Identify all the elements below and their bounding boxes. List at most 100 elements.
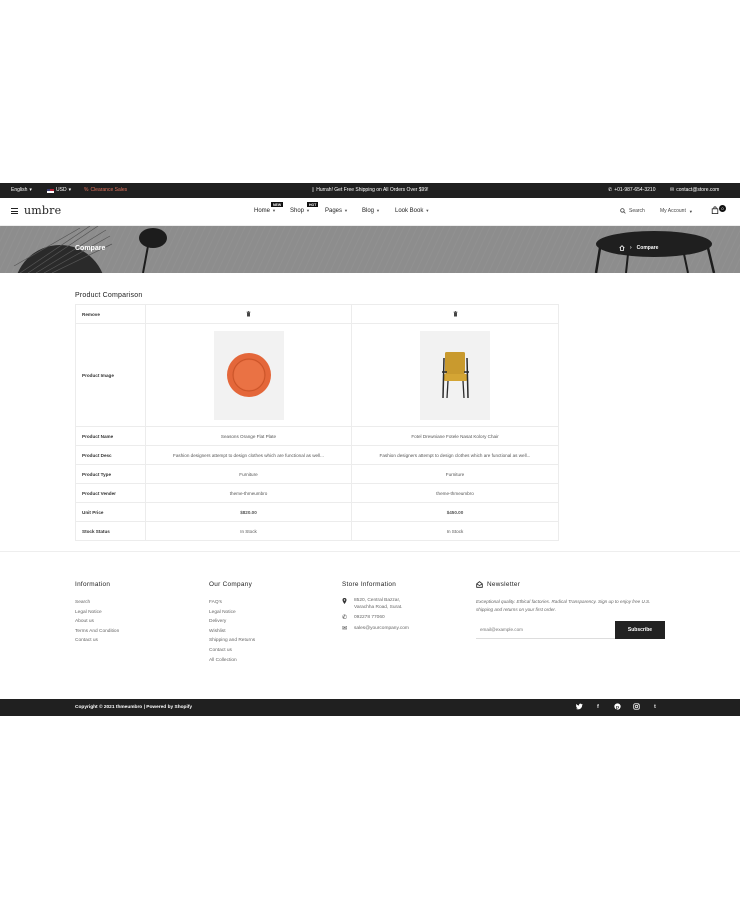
- newsletter-form: Subscribe: [476, 621, 665, 639]
- promo-text: Hurrah! Get Free Shipping on All Orders …: [316, 187, 429, 193]
- row-label: Product Type: [75, 464, 146, 484]
- footer-link[interactable]: Shipping and Returns: [209, 636, 255, 646]
- copyright-text: Copyright © 2021 thmeumbro | Powered by …: [75, 705, 193, 710]
- footer-company: Our Company FAQ's Legal Notice Delivery …: [209, 581, 255, 665]
- footer-link[interactable]: Terms And Condition: [75, 627, 119, 637]
- search-label: Search: [629, 208, 645, 214]
- table-cell: [145, 323, 352, 427]
- nav-pages[interactable]: Pages ▼: [325, 208, 348, 214]
- chevron-down-icon: ▼: [688, 208, 693, 214]
- nav-look-book[interactable]: Look Book ▼: [395, 208, 429, 214]
- footer-newsletter: Newsletter Exceptional quality. Ethical …: [476, 581, 666, 639]
- row-label: Product Name: [75, 426, 146, 446]
- product-desc: Fashion designers attempt to design clot…: [145, 445, 352, 465]
- mobile-icon: ▯: [311, 187, 315, 193]
- row-label: Product Image: [75, 323, 146, 427]
- trash-icon[interactable]: [453, 310, 458, 317]
- table-cell: [145, 304, 352, 324]
- section-title: Product Comparison: [75, 292, 143, 299]
- product-name-link[interactable]: Seasons Orange Flat Plate: [145, 426, 352, 446]
- footer-divider: [0, 551, 740, 552]
- table-row: Product Name Seasons Orange Flat Plate F…: [75, 426, 559, 446]
- chevron-down-icon: ▼: [272, 208, 276, 213]
- table-row: Product Image: [75, 323, 559, 427]
- new-badge: NEW: [271, 202, 284, 207]
- address-line-2: Varachha Road, Surat.: [354, 604, 403, 610]
- row-label: Stock Status: [75, 521, 146, 541]
- product-name-link[interactable]: Fotel Drewniane Fotele Nasat Kolory Chai…: [351, 426, 559, 446]
- instagram-icon[interactable]: [632, 703, 640, 711]
- store-address: 8520, Central Bazzar, Varachha Road, Sur…: [342, 598, 409, 611]
- twitter-icon[interactable]: [575, 703, 583, 711]
- row-label: Product Desc: [75, 445, 146, 465]
- row-label: Product Vender: [75, 483, 146, 503]
- tumblr-icon[interactable]: t: [651, 703, 659, 711]
- site-logo[interactable]: umbre: [24, 204, 61, 217]
- newsletter-email-input[interactable]: [476, 621, 615, 639]
- footer-heading: Newsletter: [476, 581, 666, 588]
- search-button[interactable]: Search: [620, 208, 645, 214]
- table-row: Stock Status In Stock In Stock: [75, 521, 559, 541]
- nav-home-label: Home: [254, 208, 271, 214]
- footer-link[interactable]: Delivery: [209, 617, 255, 627]
- nav-home[interactable]: Home ▼ NEW: [254, 202, 284, 214]
- breadcrumb-current: Compare: [636, 245, 659, 251]
- home-icon[interactable]: [619, 245, 625, 251]
- product-price: $450.00: [351, 502, 559, 522]
- phone-icon: ✆: [342, 615, 348, 621]
- hot-badge: HOT: [307, 202, 319, 207]
- search-icon: [620, 208, 626, 214]
- cart-button[interactable]: 0: [711, 204, 726, 214]
- facebook-icon[interactable]: f: [594, 703, 602, 711]
- footer-link[interactable]: Contact us: [75, 636, 119, 646]
- nav-shop[interactable]: Shop ▼ HOT: [290, 202, 319, 214]
- row-label: Remove: [75, 304, 146, 324]
- product-type: Furniture: [145, 464, 352, 484]
- chevron-down-icon: ▼: [376, 208, 380, 213]
- address-line-1: 8520, Central Bazzar,: [354, 598, 401, 603]
- nav-look-book-label: Look Book: [395, 208, 424, 214]
- menu-icon[interactable]: [11, 208, 18, 214]
- phone-text: +01-987-654-3210: [614, 187, 656, 193]
- product-vendor: theme-thmeumbro: [351, 483, 559, 503]
- footer-link[interactable]: Wishlist: [209, 627, 255, 637]
- top-bar: English ▾ USD ▾ % Clearance Sales ▯ Hurr…: [0, 183, 740, 198]
- email-link[interactable]: ✉ contact@store.com: [670, 183, 719, 198]
- footer-link[interactable]: FAQ's: [209, 598, 255, 608]
- mail-icon: ✉: [342, 625, 348, 632]
- trash-icon[interactable]: [246, 310, 251, 317]
- nav-blog-label: Blog: [362, 208, 375, 214]
- footer-link[interactable]: All Collection: [209, 656, 255, 666]
- product-image-chair[interactable]: [420, 330, 490, 420]
- chevron-down-icon: ▼: [344, 208, 348, 213]
- footer-link[interactable]: Contact us: [209, 646, 255, 656]
- phone-link[interactable]: ✆ +01-987-654-3210: [608, 183, 656, 198]
- envelope-open-icon: [476, 581, 483, 588]
- product-image-plate[interactable]: [213, 330, 284, 420]
- table-row: Unit Price $820.00 $450.00: [75, 502, 559, 522]
- store-email[interactable]: ✉ sales@yourcompany.com: [342, 626, 409, 633]
- account-menu[interactable]: My Account ▼: [660, 208, 693, 214]
- subscribe-button[interactable]: Subscribe: [615, 621, 665, 639]
- footer-link[interactable]: Search: [75, 598, 119, 608]
- footer-heading: Store Information: [342, 581, 397, 588]
- yellow-chair-image: [442, 352, 469, 399]
- nav-blog[interactable]: Blog ▼: [362, 208, 380, 214]
- svg-text:p: p: [616, 705, 619, 710]
- table-row: Product Vender theme-thmeumbro theme-thm…: [75, 483, 559, 503]
- pinterest-icon[interactable]: p: [613, 703, 621, 711]
- store-phone-text: 092278 77060: [354, 615, 385, 620]
- footer-link[interactable]: About us: [75, 617, 119, 627]
- footer-link[interactable]: Legal Notice: [75, 608, 119, 618]
- location-pin-icon: [342, 598, 349, 611]
- table-row: Product Desc Fashion designers attempt t…: [75, 445, 559, 465]
- row-label: Unit Price: [75, 502, 146, 522]
- newsletter-text: Exceptional quality. Ethical factories. …: [476, 599, 651, 612]
- footer-link[interactable]: Legal Notice: [209, 608, 255, 618]
- store-phone[interactable]: ✆ 092278 77060: [342, 615, 409, 622]
- product-type: Furniture: [351, 464, 559, 484]
- chevron-down-icon: ▼: [306, 208, 310, 213]
- phone-icon: ✆: [608, 187, 613, 193]
- page-title: Compare: [75, 245, 106, 252]
- product-price: $820.00: [145, 502, 352, 522]
